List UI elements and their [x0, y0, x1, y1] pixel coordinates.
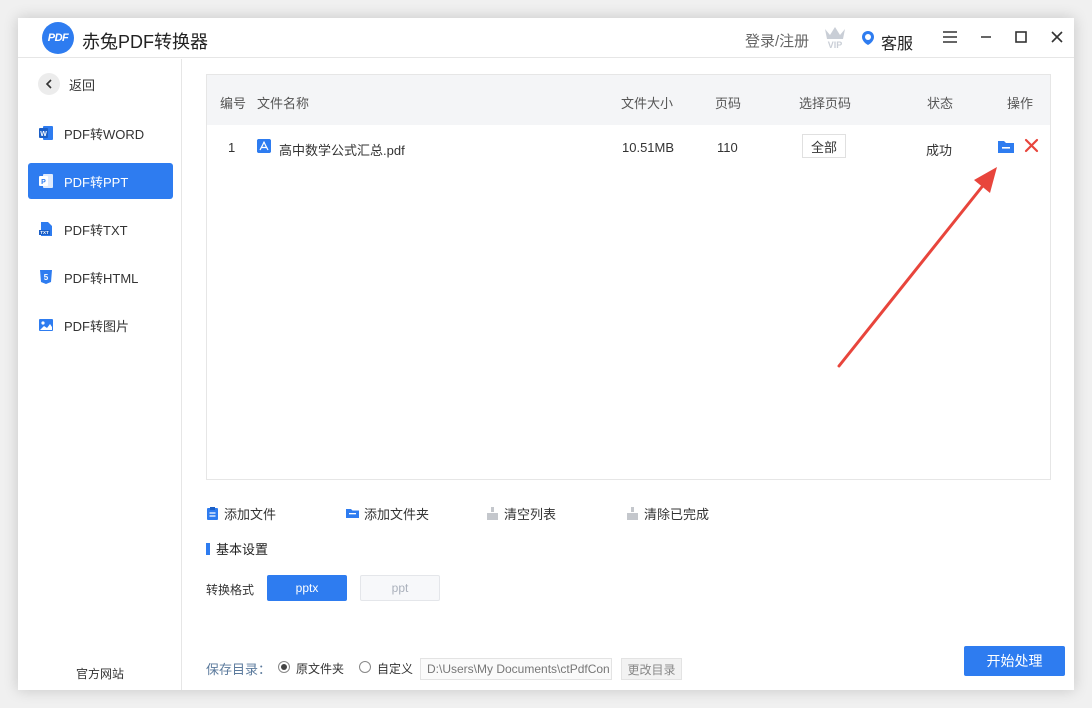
app-window: PDF 赤兔PDF转换器 登录/注册 VIP 客服 返回 W PDF转WORD … [18, 18, 1074, 690]
sidebar: 返回 W PDF转WORD P PDF转PPT TXT PDF转TXT 5 PD… [18, 59, 182, 690]
minimize-button[interactable] [975, 26, 997, 48]
file-table: 编号 文件名称 文件大小 页码 选择页码 状态 操作 1 高中数学公式汇总.pd… [206, 74, 1051, 480]
menu-button[interactable] [939, 26, 961, 48]
select-pages-button[interactable]: 全部 [802, 134, 846, 158]
broom-icon [627, 507, 638, 520]
official-site-link[interactable]: 官方网站 [18, 665, 182, 682]
header-index: 编号 [220, 96, 247, 111]
back-label: 返回 [69, 77, 96, 93]
svg-text:5: 5 [44, 273, 49, 282]
header-select-pages: 选择页码 [799, 96, 852, 111]
sidebar-item-pdf-to-txt[interactable]: TXT PDF转TXT [28, 211, 173, 247]
close-icon [1051, 31, 1063, 43]
header-file-size: 文件大小 [621, 96, 674, 111]
svg-text:P: P [41, 179, 46, 186]
vip-badge-text: VIP [828, 40, 843, 50]
login-register-link[interactable]: 登录/注册 [745, 30, 809, 51]
close-button[interactable] [1046, 26, 1068, 48]
change-dir-button[interactable]: 更改目录 [621, 658, 682, 680]
save-dir-label: 保存目录： [206, 662, 272, 677]
back-button[interactable]: 返回 [38, 73, 95, 95]
section-marker [206, 542, 210, 555]
clear-list-button[interactable]: 清空列表 [486, 504, 556, 523]
start-processing-button[interactable]: 开始处理 [964, 646, 1065, 676]
radio-custom-folder[interactable] [359, 661, 371, 673]
basic-settings-label: 基本设置 [216, 542, 269, 557]
add-folder-icon [346, 509, 359, 518]
row-file-size: 10.51MB [622, 140, 675, 155]
sidebar-item-label: PDF转图片 [64, 318, 130, 334]
maximize-icon [1015, 31, 1027, 43]
format-pptx-button[interactable]: pptx [267, 575, 347, 601]
add-file-icon [207, 507, 218, 520]
add-file-label: 添加文件 [224, 507, 277, 522]
table-header: 编号 文件名称 文件大小 页码 选择页码 状态 操作 [207, 75, 1050, 125]
save-path-field[interactable]: D:\Users\My Documents\ctPdfCon [420, 658, 612, 680]
sidebar-item-label: PDF转WORD [64, 126, 145, 142]
header-pages: 页码 [715, 96, 742, 111]
add-file-button[interactable]: 添加文件 [206, 504, 276, 523]
basic-settings-title: 基本设置 [206, 539, 268, 558]
table-row: 1 高中数学公式汇总.pdf 10.51MB 110 全部 成功 [207, 125, 1050, 169]
txt-icon: TXT [38, 221, 54, 237]
minimize-icon [981, 36, 991, 38]
svg-text:W: W [40, 131, 47, 138]
svg-text:TXT: TXT [40, 230, 49, 235]
open-folder-icon[interactable] [997, 139, 1015, 154]
word-icon: W [38, 125, 54, 141]
header-actions: 操作 [1007, 96, 1034, 111]
header-file-name: 文件名称 [257, 96, 310, 111]
delete-icon[interactable] [1024, 138, 1039, 153]
add-folder-label: 添加文件夹 [364, 507, 430, 522]
vip-crown-icon[interactable]: VIP [822, 24, 848, 50]
service-icon[interactable] [861, 30, 875, 46]
sidebar-item-label: PDF转TXT [64, 222, 128, 238]
html-icon: 5 [38, 269, 54, 285]
add-folder-button[interactable]: 添加文件夹 [346, 504, 429, 523]
sidebar-item-pdf-to-html[interactable]: 5 PDF转HTML [28, 259, 173, 295]
back-arrow-icon [38, 73, 60, 95]
row-pages: 110 [717, 140, 738, 155]
row-status: 成功 [926, 143, 953, 158]
app-logo: PDF [42, 22, 74, 54]
ppt-icon: P [38, 173, 54, 189]
app-title: 赤兔PDF转换器 [82, 32, 208, 52]
pdf-file-icon [257, 139, 271, 153]
service-link[interactable]: 客服 [881, 30, 913, 54]
sidebar-item-pdf-to-ppt[interactable]: P PDF转PPT [28, 163, 173, 199]
sidebar-item-label: PDF转HTML [64, 270, 139, 286]
sidebar-item-pdf-to-image[interactable]: PDF转图片 [28, 307, 173, 343]
image-icon [38, 317, 54, 333]
sidebar-item-pdf-to-word[interactable]: W PDF转WORD [28, 115, 173, 151]
title-bar: PDF 赤兔PDF转换器 登录/注册 VIP 客服 [18, 18, 1074, 58]
original-folder-label[interactable]: 原文件夹 [296, 660, 344, 677]
format-label: 转换格式 [206, 583, 255, 597]
broom-icon [487, 507, 498, 520]
clear-completed-button[interactable]: 清除已完成 [626, 504, 709, 523]
format-ppt-button[interactable]: ppt [360, 575, 440, 601]
hamburger-icon [943, 31, 957, 43]
radio-original-folder[interactable] [278, 661, 290, 673]
row-file-name: 高中数学公式汇总.pdf [279, 143, 405, 158]
clear-list-label: 清空列表 [504, 507, 557, 522]
clear-completed-label: 清除已完成 [644, 507, 710, 522]
row-index: 1 [228, 140, 236, 155]
sidebar-item-label: PDF转PPT [64, 174, 129, 190]
maximize-button[interactable] [1010, 26, 1032, 48]
custom-folder-label[interactable]: 自定义 [377, 660, 413, 677]
header-status: 状态 [927, 96, 954, 111]
